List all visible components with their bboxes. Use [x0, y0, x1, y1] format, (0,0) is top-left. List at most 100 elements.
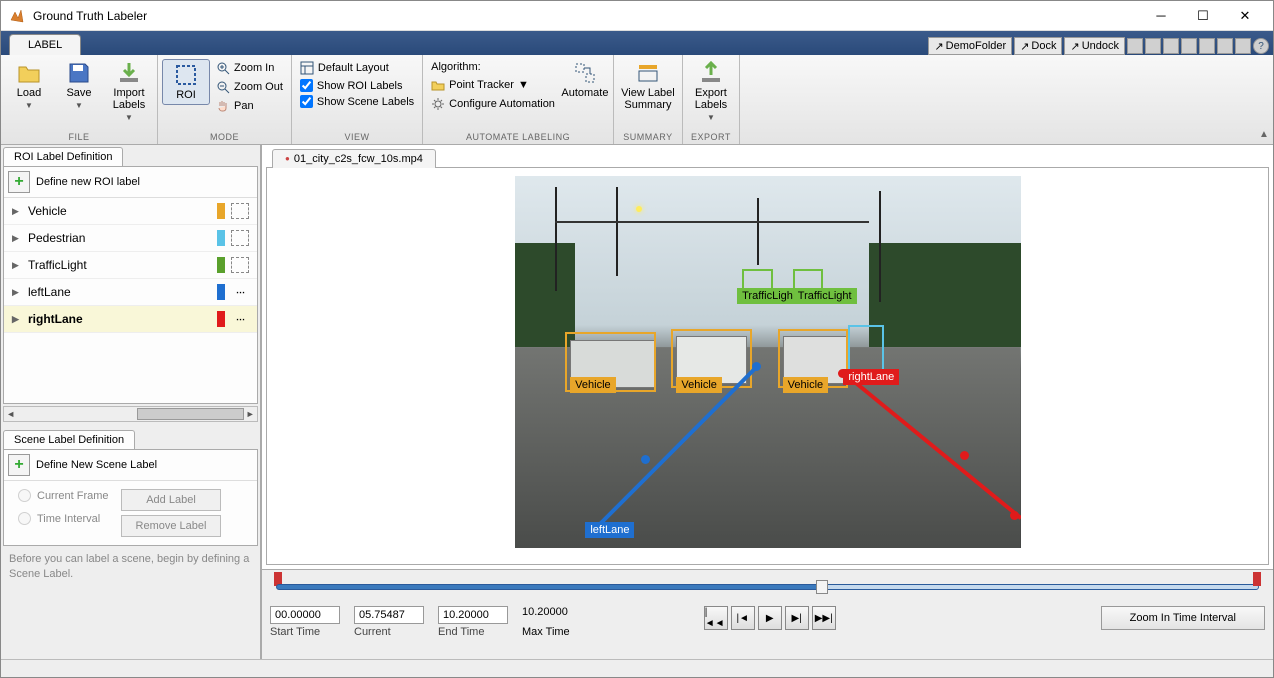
roi-label-name: leftLane — [28, 285, 211, 299]
roi-label-name: TrafficLight — [28, 258, 211, 272]
play-button[interactable]: ▶ — [758, 606, 782, 630]
video-canvas[interactable]: TrafficLight TrafficLight Vehicle Vehicl… — [515, 176, 1021, 548]
goto-start-button[interactable]: |◄◄ — [704, 606, 728, 630]
roi-shape-icon — [231, 230, 249, 246]
add-scene-label-button[interactable]: Add Label — [121, 489, 222, 511]
quickaccess-icon-6[interactable] — [1217, 38, 1233, 54]
show-roi-checkbox[interactable]: Show ROI Labels — [296, 78, 418, 93]
roi-shape-icon — [231, 203, 249, 219]
current-frame-radio[interactable]: Current Frame — [18, 489, 109, 502]
pan-button[interactable]: Pan — [212, 97, 287, 115]
lane-label-left: leftLane — [585, 522, 634, 538]
timeline-track[interactable] — [270, 574, 1265, 602]
folder-icon — [431, 78, 445, 92]
export-group-label: EXPORT — [683, 132, 739, 144]
quickaccess-icon-4[interactable] — [1181, 38, 1197, 54]
bbox-pedestrian-1[interactable] — [848, 325, 883, 373]
roi-color-swatch — [217, 284, 225, 300]
roi-shape-icon: ⋯ — [231, 284, 249, 300]
import-labels-button[interactable]: Import Labels▼ — [105, 59, 153, 124]
minimize-button[interactable]: ─ — [1141, 2, 1181, 30]
algorithm-label: Algorithm: — [427, 59, 559, 75]
automate-button[interactable]: Automate — [561, 59, 609, 101]
end-time-label: End Time — [438, 626, 508, 638]
help-icon[interactable]: ? — [1253, 38, 1269, 54]
close-button[interactable]: ✕ — [1225, 2, 1265, 30]
mode-group-label: MODE — [158, 132, 291, 144]
roi-rect-icon — [174, 63, 198, 87]
roi-color-swatch — [217, 230, 225, 246]
load-button[interactable]: Load▼ — [5, 59, 53, 112]
step-back-button[interactable]: |◄ — [731, 606, 755, 630]
show-scene-checkbox[interactable]: Show Scene Labels — [296, 94, 418, 109]
automate-group-label: AUTOMATE LABELING — [423, 132, 613, 144]
remove-scene-label-button[interactable]: Remove Label — [121, 515, 222, 537]
bbox-label-vehicle-2: Vehicle — [676, 377, 721, 393]
roi-color-swatch — [217, 257, 225, 273]
define-scene-button[interactable]: + — [8, 454, 30, 476]
bbox-label-trafficlight-1: TrafficLight — [737, 288, 801, 304]
current-time-input[interactable] — [354, 606, 424, 624]
roi-hscrollbar[interactable]: ◄► — [3, 406, 258, 422]
roi-shape-icon — [231, 257, 249, 273]
file-group-label: FILE — [1, 132, 157, 144]
summary-group-label: SUMMARY — [614, 132, 682, 144]
roi-label-row-rightlane[interactable]: ▶rightLane⋯ — [4, 306, 257, 333]
goto-end-button[interactable]: ▶▶| — [812, 606, 836, 630]
lane-point-left-2[interactable] — [641, 455, 650, 464]
zoomout-icon — [216, 80, 230, 94]
folder-open-icon — [17, 61, 41, 85]
bbox-label-vehicle-1: Vehicle — [570, 377, 615, 393]
maximize-button[interactable]: ☐ — [1183, 2, 1223, 30]
roi-mode-button[interactable]: ROI — [162, 59, 210, 105]
default-layout-button[interactable]: Default Layout — [296, 59, 418, 77]
view-summary-button[interactable]: View Label Summary — [618, 59, 678, 113]
quickaccess-icon-7[interactable] — [1235, 38, 1251, 54]
zoom-time-interval-button[interactable]: Zoom In Time Interval — [1101, 606, 1265, 630]
statusbar — [1, 659, 1273, 677]
save-button[interactable]: Save▼ — [55, 59, 103, 112]
matlab-logo-icon — [9, 8, 25, 24]
undock-button[interactable]: ↗Undock — [1064, 37, 1125, 55]
zoomin-button[interactable]: Zoom In — [212, 59, 287, 77]
bbox-label-trafficlight-2: TrafficLight — [793, 288, 857, 304]
timeline-end-flag[interactable] — [1253, 572, 1261, 586]
gear-icon — [431, 97, 445, 111]
algorithm-select[interactable]: Point Tracker ▼ — [427, 76, 559, 94]
scene-panel-tab[interactable]: Scene Label Definition — [3, 430, 135, 449]
video-tab[interactable]: 01_city_c2s_fcw_10s.mp4 — [272, 149, 436, 168]
time-interval-radio[interactable]: Time Interval — [18, 512, 109, 525]
expand-arrow-icon: ▶ — [12, 287, 22, 298]
configure-automation-button[interactable]: Configure Automation — [427, 95, 559, 113]
quickaccess-icon-5[interactable] — [1199, 38, 1215, 54]
roi-label-row-leftlane[interactable]: ▶ leftLane ⋯ — [4, 279, 257, 306]
roi-panel-tab[interactable]: ROI Label Definition — [3, 147, 123, 166]
roi-label-row-trafficlight[interactable]: ▶TrafficLight — [4, 252, 257, 279]
window-title: Ground Truth Labeler — [33, 9, 1141, 23]
zoomout-button[interactable]: Zoom Out — [212, 78, 287, 96]
demofolder-button[interactable]: ↗DemoFolder — [928, 37, 1012, 55]
start-time-input[interactable] — [270, 606, 340, 624]
quickaccess-icon-3[interactable] — [1163, 38, 1179, 54]
quickaccess-icon-2[interactable] — [1145, 38, 1161, 54]
define-roi-button[interactable]: + — [8, 171, 30, 193]
quickaccess-icon-1[interactable] — [1127, 38, 1143, 54]
roi-label-row-vehicle[interactable]: ▶Vehicle — [4, 198, 257, 225]
bbox-label-vehicle-3: Vehicle — [783, 377, 828, 393]
current-time-label: Current — [354, 626, 424, 638]
tab-label[interactable]: LABEL — [9, 34, 81, 55]
timeline-playhead[interactable] — [816, 580, 828, 594]
step-forward-button[interactable]: ▶| — [785, 606, 809, 630]
lane-point-right-2[interactable] — [960, 451, 969, 460]
roi-label-name: Pedestrian — [28, 231, 211, 245]
roi-label-row-pedestrian[interactable]: ▶Pedestrian — [4, 225, 257, 252]
dock-button[interactable]: ↗Dock — [1014, 37, 1062, 55]
expand-arrow-icon: ▶ — [12, 206, 22, 217]
import-icon — [117, 61, 141, 85]
scene-hint-text: Before you can label a scene, begin by d… — [1, 546, 260, 589]
define-scene-label: Define New Scene Label — [36, 459, 157, 471]
end-time-input[interactable] — [438, 606, 508, 624]
collapse-toolstrip-button[interactable]: ▲ — [1255, 55, 1273, 144]
export-labels-button[interactable]: Export Labels▼ — [687, 59, 735, 124]
layout-icon — [300, 61, 314, 75]
